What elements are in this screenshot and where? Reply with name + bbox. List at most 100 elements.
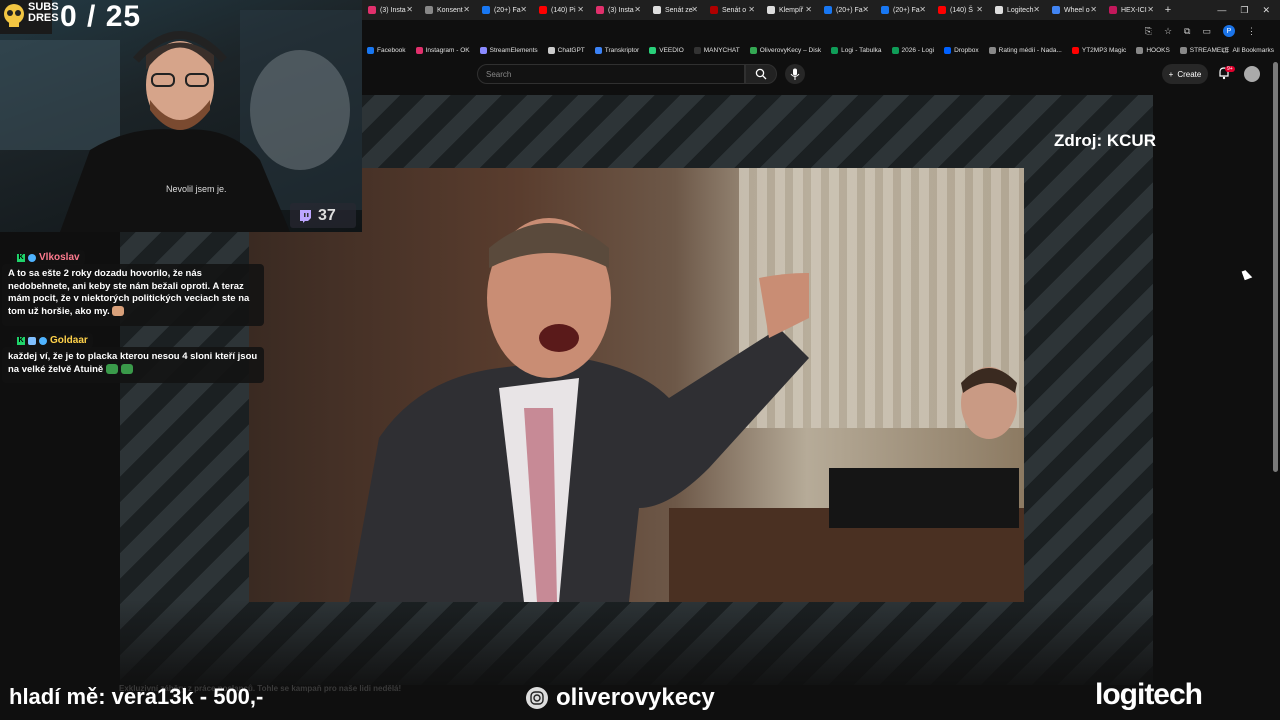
tab-close-icon[interactable]: ✕ xyxy=(976,5,983,14)
bookmark-item[interactable]: Transkriptor xyxy=(590,46,644,54)
create-label: Create xyxy=(1177,69,1202,79)
tab-close-icon[interactable]: ✕ xyxy=(634,5,641,14)
skull-icon xyxy=(4,4,24,27)
tab-close-icon[interactable]: ✕ xyxy=(691,5,698,14)
bookmark-label: Facebook xyxy=(377,46,406,54)
chat-username: K Vlkoslav xyxy=(12,250,85,265)
bookmark-item[interactable]: Rating médií - Nada... xyxy=(984,46,1067,54)
profile-avatar[interactable]: P xyxy=(1223,25,1235,37)
browser-tab[interactable]: (20+) Fa ✕ xyxy=(818,0,875,20)
chat-message-text: A to sa ešte 2 roky dozadu hovorilo, že … xyxy=(8,268,258,318)
tab-close-icon[interactable]: ✕ xyxy=(577,5,584,14)
browser-tab[interactable]: Senát o ✕ xyxy=(704,0,761,20)
bookmark-item[interactable]: Facebook xyxy=(362,46,411,54)
bookmark-favicon-icon xyxy=(1071,46,1079,54)
tab-close-icon[interactable]: ✕ xyxy=(1090,5,1097,14)
bookmark-label: 2026 - Logi xyxy=(901,46,935,54)
browser-tab[interactable]: Senát ze ✕ xyxy=(647,0,704,20)
bookmark-favicon-icon xyxy=(547,46,555,54)
new-tab-button[interactable]: + xyxy=(1160,4,1176,16)
shouting-man-figure xyxy=(349,218,809,602)
viewer-count: 37 xyxy=(290,203,356,228)
menu-icon[interactable]: ⋮ xyxy=(1247,26,1256,37)
tab-close-icon[interactable]: ✕ xyxy=(805,5,812,14)
minimize-icon[interactable]: — xyxy=(1217,5,1226,15)
photo-monitor xyxy=(829,468,1019,528)
browser-tab[interactable]: Konsent ✕ xyxy=(419,0,476,20)
all-bookmarks-label: All Bookmarks xyxy=(1232,46,1274,54)
all-bookmarks[interactable]: ▢ All Bookmarks xyxy=(1222,42,1274,58)
account-avatar[interactable] xyxy=(1244,66,1260,82)
tab-close-icon[interactable]: ✕ xyxy=(520,5,527,14)
search-input[interactable]: Search xyxy=(477,64,745,84)
bookmark-item[interactable]: OliverovyKecy – Disk xyxy=(745,46,826,54)
voice-search-button[interactable] xyxy=(785,64,805,84)
bookmark-favicon-icon xyxy=(831,46,839,54)
sponsor-logo: logitech xyxy=(1095,678,1203,711)
bookmark-item[interactable]: YT2MP3 Magic xyxy=(1067,46,1131,54)
tab-label: (140) Š xyxy=(950,6,973,14)
tab-close-icon[interactable]: ✕ xyxy=(919,5,926,14)
close-icon[interactable]: ✕ xyxy=(1262,5,1270,16)
page-scrollbar[interactable] xyxy=(1273,62,1278,472)
video-photo xyxy=(249,168,1024,602)
tab-label: HEX-ICI xyxy=(1121,6,1147,14)
tab-label: Logitech xyxy=(1007,6,1034,14)
bookmark-item[interactable]: VEEDIO xyxy=(644,46,689,54)
bookmark-label: HOOKS xyxy=(1146,46,1170,54)
browser-tab[interactable]: (140) Pi ✕ xyxy=(533,0,590,20)
tab-close-icon[interactable]: ✕ xyxy=(463,5,470,14)
tab-label: (140) Pi xyxy=(551,6,576,14)
tab-close-icon[interactable]: ✕ xyxy=(862,5,869,14)
tab-close-icon[interactable]: ✕ xyxy=(1147,5,1154,14)
restore-icon[interactable]: ❐ xyxy=(1240,5,1248,16)
sidebar-icon[interactable]: ▭ xyxy=(1202,26,1211,37)
bookmark-label: MANYCHAT xyxy=(703,46,740,54)
create-button[interactable]: + Create xyxy=(1162,64,1208,84)
browser-tab[interactable]: HEX-ICI ✕ xyxy=(1103,0,1160,20)
notification-badge: 9+ xyxy=(1225,66,1235,72)
browser-tab[interactable]: (3) Insta ✕ xyxy=(590,0,647,20)
bookmark-favicon-icon xyxy=(1179,46,1187,54)
chat-username: K Goldaar xyxy=(12,333,93,348)
tab-favicon-icon xyxy=(425,6,433,14)
bookmark-favicon-icon xyxy=(749,46,757,54)
bookmark-item[interactable]: MANYCHAT xyxy=(689,46,745,54)
browser-tab[interactable]: (140) Š ✕ xyxy=(932,0,989,20)
star-icon[interactable]: ☆ xyxy=(1164,26,1172,37)
tab-close-icon[interactable]: ✕ xyxy=(406,5,413,14)
bookmark-item[interactable]: StreamElements xyxy=(475,46,543,54)
browser-tab[interactable]: Wheel o ✕ xyxy=(1046,0,1103,20)
bookmark-item[interactable]: Instagram - OK xyxy=(411,46,475,54)
bookmark-favicon-icon xyxy=(891,46,899,54)
browser-tab[interactable]: (20+) Fa ✕ xyxy=(476,0,533,20)
bookmark-label: Rating médií - Nada... xyxy=(998,46,1062,54)
extensions-icon[interactable]: ⧉ xyxy=(1184,26,1190,37)
video-fade xyxy=(120,600,1153,685)
tab-label: Klempíř xyxy=(779,6,804,14)
bookmark-label: Instagram - OK xyxy=(425,46,470,54)
tab-close-icon[interactable]: ✕ xyxy=(1033,5,1040,14)
search-button[interactable] xyxy=(745,64,777,84)
bookmark-label: YT2MP3 Magic xyxy=(1081,46,1127,54)
cast-icon[interactable]: ⎘ xyxy=(1145,26,1152,37)
browser-tab[interactable]: Klempíř ✕ xyxy=(761,0,818,20)
tab-favicon-icon xyxy=(596,6,604,14)
tab-close-icon[interactable]: ✕ xyxy=(748,5,755,14)
bookmark-label: Transkriptor xyxy=(604,46,640,54)
bookmark-favicon-icon xyxy=(988,46,996,54)
tab-favicon-icon xyxy=(368,6,376,14)
search-icon xyxy=(755,68,767,80)
bookmark-label: Logi - Tabulka xyxy=(841,46,882,54)
browser-tab[interactable]: (3) Insta ✕ xyxy=(362,0,419,20)
bookmark-item[interactable]: ChatGPT xyxy=(543,46,590,54)
bookmark-item[interactable]: 2026 - Logi xyxy=(887,46,940,54)
tab-label: (20+) Fa xyxy=(494,6,521,14)
browser-tab[interactable]: Logitech ✕ xyxy=(989,0,1046,20)
subs-label-bottom: DRES xyxy=(28,12,59,24)
bookmark-item[interactable]: HOOKS xyxy=(1131,46,1174,54)
bookmark-label: ChatGPT xyxy=(557,46,585,54)
browser-tab[interactable]: (20+) Fa ✕ xyxy=(875,0,932,20)
bookmark-item[interactable]: Logi - Tabulka xyxy=(826,46,886,54)
bookmark-item[interactable]: Dropbox xyxy=(939,46,984,54)
